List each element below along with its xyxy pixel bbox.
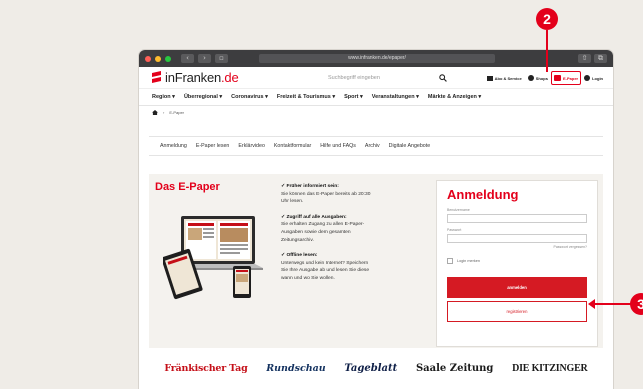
login-panel: Anmeldung Benutzername Passwort Passwort… [436, 180, 598, 347]
shops-icon [527, 75, 534, 81]
tab-anmeldung[interactable]: Anmeldung [160, 143, 187, 149]
site-header: inFranken.de Suchbegriff eingeben Abo & … [139, 67, 613, 89]
sidebar-icon[interactable]: ▫ [215, 54, 228, 63]
epaper-title: Das E-Paper [155, 181, 220, 193]
tab-kontaktformular[interactable]: Kontaktformular [274, 143, 311, 149]
breadcrumb-current: E-Paper [169, 110, 185, 115]
tab-archiv[interactable]: Archiv [365, 143, 380, 149]
main-nav: Region ▾ Überregional ▾ Coronavirus ▾ Fr… [139, 89, 613, 106]
feature-text: Unterwegs und kein Internet? Speichern S… [281, 260, 370, 281]
browser-titlebar: ‹ › ▫ www.infranken.de/epaper/ ⇧ ⧉ [139, 50, 613, 67]
feature-list: ✓ Früher informiert sein: Sie können das… [281, 183, 376, 291]
feature-text: Sie erhalten Zugang zu allen E-Paper-Aus… [281, 222, 365, 243]
breadcrumb: › E-Paper [139, 106, 613, 119]
nav-item-region[interactable]: Region ▾ [152, 94, 175, 100]
epaper-tabs: Anmeldung E-Paper lesen Erklärvideo Kont… [149, 136, 603, 156]
username-label: Benutzername [447, 208, 470, 212]
nav-item-ueberregional[interactable]: Überregional ▾ [184, 94, 222, 100]
arrow-left-icon [588, 299, 595, 309]
annotation-connector-3 [592, 303, 632, 305]
tab-hilfe-faqs[interactable]: Hilfe und FAQs [320, 143, 356, 149]
annotation-badge-2: 2 [536, 8, 558, 30]
logo-die-kitzinger[interactable]: DIE KITZINGER [512, 363, 588, 374]
search-input[interactable]: Suchbegriff eingeben [316, 71, 451, 85]
site-logo[interactable]: inFranken.de [152, 70, 239, 85]
home-icon[interactable] [152, 110, 158, 115]
logo-saale-zeitung[interactable]: Saale Zeitung [416, 363, 493, 374]
chevron-right-icon: › [163, 110, 165, 115]
remember-label: Login merken [457, 259, 481, 263]
tab-erklaervideo[interactable]: Erklärvideo [238, 143, 265, 149]
user-icon [584, 75, 591, 81]
abo-service-link[interactable]: Abo & Service [486, 75, 522, 81]
register-button[interactable]: registrieren [447, 301, 587, 322]
nav-item-veranstaltungen[interactable]: Veranstaltungen ▾ [372, 94, 419, 100]
logo-fraenkischer-tag[interactable]: Fränkischer Tag [164, 363, 247, 374]
newspaper-logos: Fränkischer Tag Rundschau Tageblatt Saal… [149, 348, 603, 389]
tab-epaper-lesen[interactable]: E-Paper lesen [196, 143, 230, 149]
logo-suffix: .de [221, 70, 239, 85]
password-field[interactable] [447, 234, 587, 243]
nav-item-sport[interactable]: Sport ▾ [344, 94, 363, 100]
shops-link[interactable]: Shops [527, 75, 548, 81]
feature-text: Sie können das E-Paper bereits ab 20:30 … [281, 191, 371, 205]
browser-window: ‹ › ▫ www.infranken.de/epaper/ ⇧ ⧉ inFra… [139, 50, 613, 389]
minimize-window-icon[interactable] [155, 55, 161, 62]
address-bar[interactable]: www.infranken.de/epaper/ [259, 54, 495, 63]
username-field[interactable] [447, 214, 587, 223]
logo-rundschau[interactable]: Rundschau [266, 363, 325, 374]
abo-icon [486, 75, 493, 81]
nav-item-freizeit[interactable]: Freizeit & Tourismus ▾ [277, 94, 335, 100]
logo-main: inFranken [165, 70, 222, 85]
password-label: Passwort [447, 228, 462, 232]
feature-title: ✓ Früher informiert sein: [281, 184, 339, 189]
login-title: Anmeldung [447, 187, 519, 202]
search-icon[interactable] [439, 74, 447, 82]
epaper-highlight-box [550, 71, 581, 85]
nav-item-coronavirus[interactable]: Coronavirus ▾ [231, 94, 268, 100]
close-window-icon[interactable] [145, 55, 151, 62]
login-link[interactable]: Login [584, 75, 603, 81]
epaper-link[interactable]: E-Paper [550, 71, 581, 85]
devices-illustration [163, 216, 263, 300]
logo-mark-icon [152, 72, 161, 83]
epaper-content: Das E-Paper ✓ Früher informiert sein: Si… [149, 174, 603, 348]
maximize-window-icon[interactable] [165, 55, 171, 62]
login-button[interactable]: anmelden [447, 277, 587, 298]
feature-title: ✓ Offline lesen: [281, 253, 318, 259]
search-placeholder: Suchbegriff eingeben [328, 75, 380, 81]
forgot-password-link[interactable]: Passwort vergessen? [447, 245, 587, 249]
tabs-icon[interactable]: ⧉ [594, 54, 607, 63]
forward-icon[interactable]: › [198, 54, 211, 63]
nav-item-maerkte[interactable]: Märkte & Anzeigen ▾ [428, 94, 481, 100]
back-icon[interactable]: ‹ [181, 54, 194, 63]
feature-title: ✓ Zugriff auf alle Ausgaben: [281, 214, 347, 220]
tab-digitale-angebote[interactable]: Digitale Angebote [389, 143, 431, 149]
url-text: www.infranken.de/epaper/ [348, 55, 406, 61]
share-icon[interactable]: ⇧ [578, 54, 591, 63]
annotation-badge-3: 3 [630, 293, 643, 315]
logo-tageblatt[interactable]: Tageblatt [344, 363, 397, 374]
annotation-connector-2 [546, 30, 548, 72]
remember-checkbox[interactable] [447, 258, 453, 264]
remember-login[interactable]: Login merken [447, 258, 587, 264]
